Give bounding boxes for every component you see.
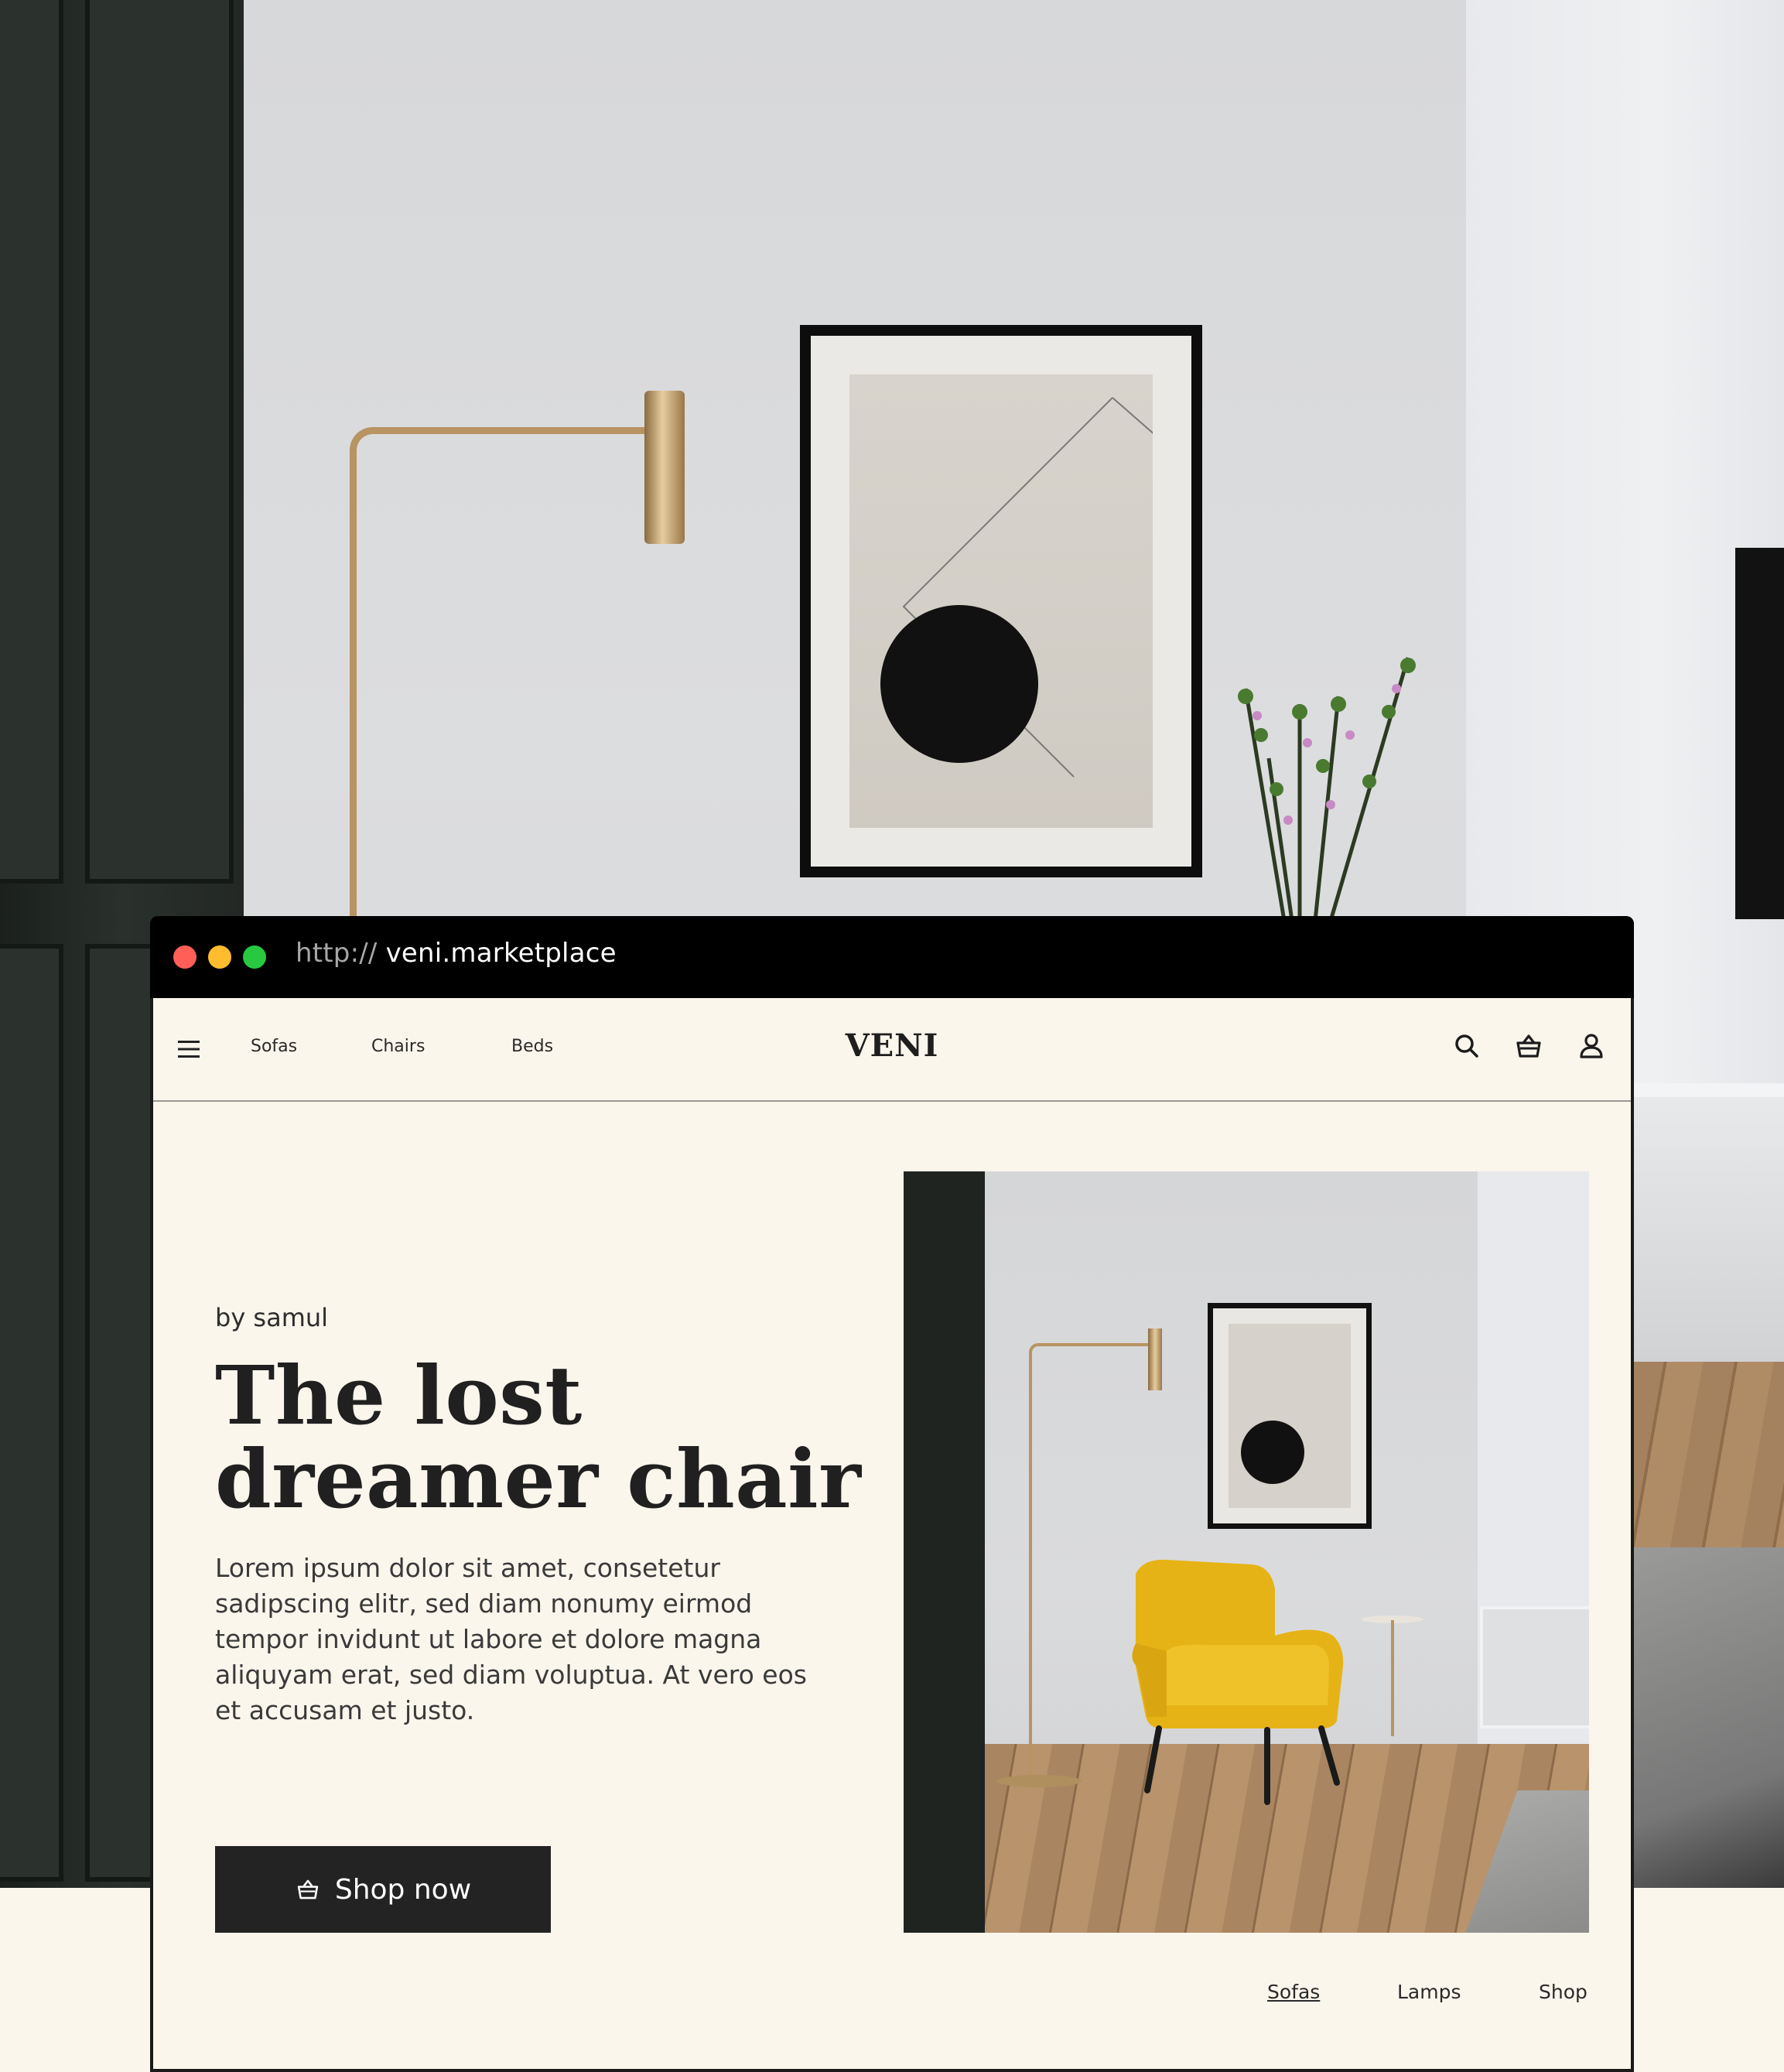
product-description: Lorem ipsum dolor sit amet, consetetur s… — [215, 1553, 807, 1725]
footer-link-lamps[interactable]: Lamps — [1397, 1981, 1461, 2003]
headline-line-2: dreamer chair — [215, 1431, 862, 1527]
headline-line-1: The lost — [215, 1348, 583, 1443]
footer-link-shop[interactable]: Shop — [1539, 1981, 1587, 2003]
product-byline: by samul — [215, 1303, 329, 1332]
address-bar[interactable]: http:// veni.marketplace — [296, 938, 617, 969]
site-navbar: Sofas Chairs Beds VENI — [153, 998, 1631, 1102]
shop-now-label: Shop now — [334, 1873, 472, 1906]
tv-edge — [1735, 548, 1784, 919]
browser-titlebar: http:// veni.marketplace — [150, 916, 1634, 998]
rug — [1632, 1547, 1784, 1888]
product-hero-image — [904, 1171, 1589, 1933]
maximize-window-button[interactable] — [243, 945, 266, 969]
site-logo[interactable]: VENI — [153, 1027, 1631, 1064]
minimize-window-button[interactable] — [208, 945, 231, 969]
footer-link-sofas[interactable]: Sofas — [1267, 1981, 1320, 2003]
lamp-head — [644, 391, 685, 544]
search-icon[interactable] — [1451, 1031, 1482, 1062]
framed-artwork — [800, 325, 1202, 877]
url-host: veni.marketplace — [385, 938, 617, 969]
close-window-button[interactable] — [173, 945, 197, 969]
basket-icon — [297, 1879, 319, 1899]
plant-branches — [1238, 657, 1416, 921]
yellow-armchair — [1132, 1559, 1344, 1805]
url-protocol: http:// — [296, 938, 378, 969]
user-icon[interactable] — [1576, 1031, 1607, 1062]
browser-window: http:// veni.marketplace Sofas Chairs Be… — [150, 916, 1634, 2072]
shop-now-button[interactable]: Shop now — [215, 1846, 551, 1933]
side-cabinet — [1632, 1083, 1784, 1376]
basket-icon[interactable] — [1513, 1031, 1544, 1062]
product-headline: The lost dreamer chair — [215, 1354, 911, 1521]
